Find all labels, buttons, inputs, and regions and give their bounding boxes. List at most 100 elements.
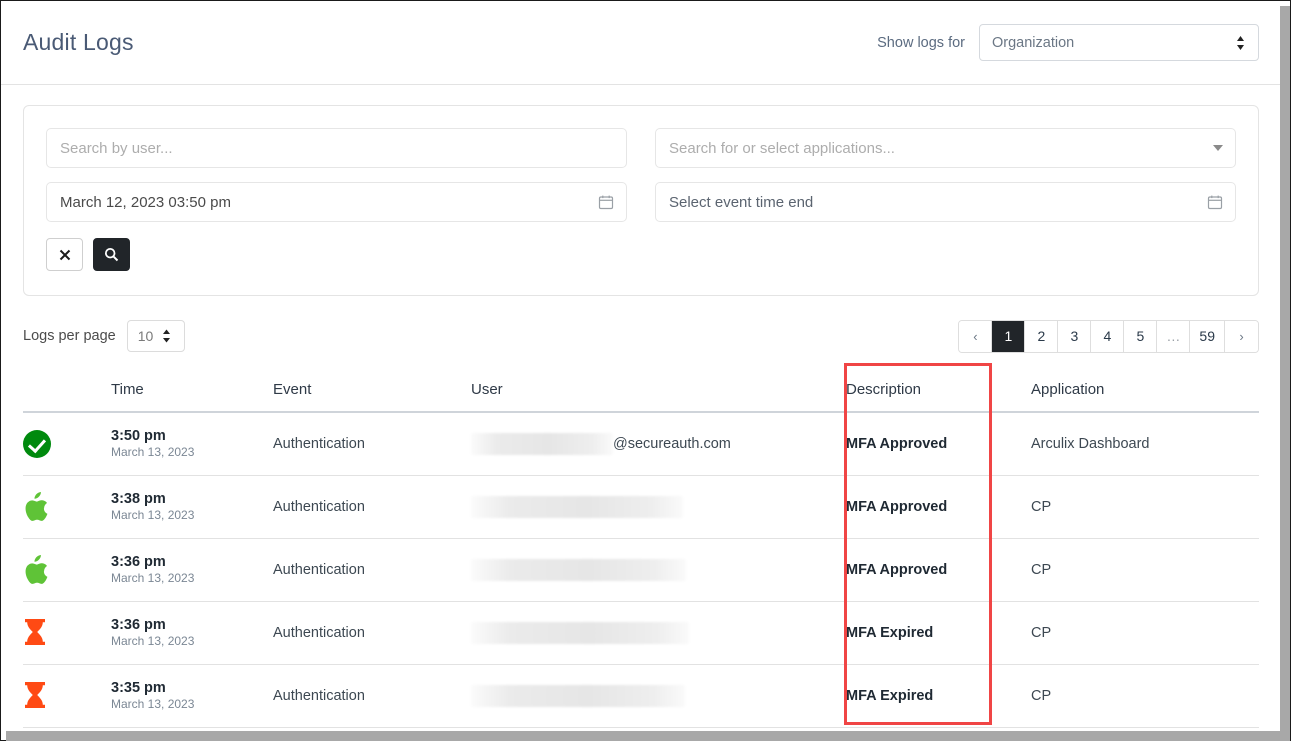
window-shadow-bottom: [6, 731, 1290, 741]
row-event: Authentication: [273, 436, 365, 452]
table-controls: Logs per page 10 ‹ 1 2 3 4 5 … 59 ›: [23, 318, 1259, 354]
organization-select[interactable]: Organization: [979, 24, 1259, 61]
pagination-prev[interactable]: ‹: [959, 320, 993, 352]
hourglass-icon: [25, 619, 45, 645]
row-application: CP: [1031, 625, 1052, 641]
row-user-cell: [471, 685, 846, 707]
filter-card: Search by user... Search for or select a…: [23, 105, 1259, 296]
row-time-cell: 3:38 pm March 13, 2023: [111, 490, 273, 524]
row-date: March 13, 2023: [111, 697, 195, 712]
calendar-icon[interactable]: [598, 194, 614, 210]
row-description: MFA Approved: [846, 562, 948, 578]
search-icon: [104, 247, 119, 262]
table-row[interactable]: 3:50 pm March 13, 2023 Authentication @s…: [23, 413, 1259, 476]
updown-arrows-glyph: [1237, 35, 1244, 50]
updown-arrows-glyph: [162, 329, 170, 343]
pagination-page-3[interactable]: 3: [1058, 320, 1092, 352]
event-time-start-value: March 12, 2023 03:50 pm: [60, 193, 231, 211]
table-row[interactable]: 3:38 pm March 13, 2023 Authentication MF…: [23, 476, 1259, 539]
row-time-cell: 3:35 pm March 13, 2023: [111, 679, 273, 713]
table-header-row: Time Event User Description Application: [23, 368, 1259, 413]
row-time: 3:36 pm: [111, 617, 166, 634]
select-updown-icon: [1235, 34, 1246, 52]
row-date: March 13, 2023: [111, 508, 195, 523]
row-event: Authentication: [273, 625, 365, 641]
row-time: 3:36 pm: [111, 554, 166, 571]
row-status-icon-cell: [23, 554, 111, 586]
event-time-end-input[interactable]: Select event time end: [655, 182, 1236, 222]
row-event: Authentication: [273, 562, 365, 578]
row-time-cell: 3:36 pm March 13, 2023: [111, 616, 273, 650]
audit-logs-table: Time Event User Description Application …: [23, 368, 1259, 728]
pagination-page-5[interactable]: 5: [1124, 320, 1158, 352]
row-status-icon-cell: [23, 618, 111, 648]
pagination: ‹ 1 2 3 4 5 … 59 ›: [958, 319, 1259, 353]
user-search-placeholder: Search by user...: [60, 139, 173, 157]
table-row[interactable]: 3:36 pm March 13, 2023 Authentication MF…: [23, 602, 1259, 665]
filter-actions: [46, 238, 1236, 271]
pagination-next[interactable]: ›: [1225, 320, 1258, 352]
calendar-glyph: [1207, 195, 1223, 210]
apple-logo-icon: [25, 491, 48, 521]
event-time-start-input[interactable]: March 12, 2023 03:50 pm: [46, 182, 627, 222]
row-date: March 13, 2023: [111, 634, 195, 649]
calendar-icon[interactable]: [1207, 194, 1223, 210]
pagination-page-59[interactable]: 59: [1190, 320, 1225, 352]
row-date: March 13, 2023: [111, 445, 195, 460]
logs-per-page-select[interactable]: 10: [126, 320, 185, 352]
row-application: CP: [1031, 499, 1052, 515]
organization-select-value: Organization: [992, 34, 1075, 51]
row-application: CP: [1031, 562, 1052, 578]
user-search-input[interactable]: Search by user...: [46, 128, 627, 168]
show-logs-for-label: Show logs for: [877, 34, 965, 51]
row-time: 3:50 pm: [111, 428, 166, 445]
logs-per-page-label: Logs per page: [23, 328, 116, 344]
row-user-domain: @secureauth.com: [613, 436, 731, 452]
audit-logs-page: Audit Logs Show logs for Organization Se…: [1, 1, 1281, 732]
pagination-page-1[interactable]: 1: [992, 320, 1026, 352]
chevron-down-icon[interactable]: [1213, 145, 1223, 151]
window-frame: Audit Logs Show logs for Organization Se…: [0, 0, 1291, 741]
redacted-user-block: [471, 559, 686, 581]
pagination-page-4[interactable]: 4: [1091, 320, 1125, 352]
row-description: MFA Approved: [846, 499, 948, 515]
row-time: 3:35 pm: [111, 680, 166, 697]
table-row[interactable]: 3:36 pm March 13, 2023 Authentication MF…: [23, 539, 1259, 602]
redacted-user-block: [471, 496, 683, 518]
redacted-user-block: [471, 685, 685, 707]
row-status-icon-cell: [23, 430, 111, 458]
redacted-user-block: [471, 622, 689, 644]
logs-per-page-value: 10: [137, 328, 154, 344]
column-header-description: Description: [846, 381, 922, 398]
table-row[interactable]: 3:35 pm March 13, 2023 Authentication MF…: [23, 665, 1259, 728]
column-header-event: Event: [273, 381, 312, 398]
row-time-cell: 3:50 pm March 13, 2023: [111, 427, 273, 461]
row-description: MFA Expired: [846, 625, 934, 641]
select-updown-icon: [161, 328, 172, 344]
page-header: Audit Logs Show logs for Organization: [1, 1, 1281, 85]
apple-logo-icon: [25, 554, 48, 584]
column-header-user: User: [471, 381, 503, 398]
column-header-time: Time: [111, 381, 144, 398]
column-header-application: Application: [1031, 381, 1105, 398]
search-button[interactable]: [93, 238, 130, 271]
row-time: 3:38 pm: [111, 491, 166, 508]
row-description: MFA Expired: [846, 688, 934, 704]
hourglass-icon: [25, 682, 45, 708]
clear-filters-button[interactable]: [46, 238, 83, 271]
pagination-ellipsis: …: [1157, 320, 1191, 352]
row-time-cell: 3:36 pm March 13, 2023: [111, 553, 273, 587]
row-status-icon-cell: [23, 681, 111, 711]
row-event: Authentication: [273, 499, 365, 515]
row-user-cell: @secureauth.com: [471, 433, 846, 455]
pagination-page-2[interactable]: 2: [1025, 320, 1059, 352]
application-search-input[interactable]: Search for or select applications...: [655, 128, 1236, 168]
row-description: MFA Approved: [846, 436, 948, 452]
filter-grid: Search by user... Search for or select a…: [46, 128, 1236, 222]
close-icon: [59, 249, 70, 260]
row-event: Authentication: [273, 688, 365, 704]
row-status-icon-cell: [23, 491, 111, 523]
application-search-placeholder: Search for or select applications...: [669, 139, 895, 157]
check-circle-icon: [23, 430, 51, 458]
row-application: Arculix Dashboard: [1031, 436, 1150, 452]
